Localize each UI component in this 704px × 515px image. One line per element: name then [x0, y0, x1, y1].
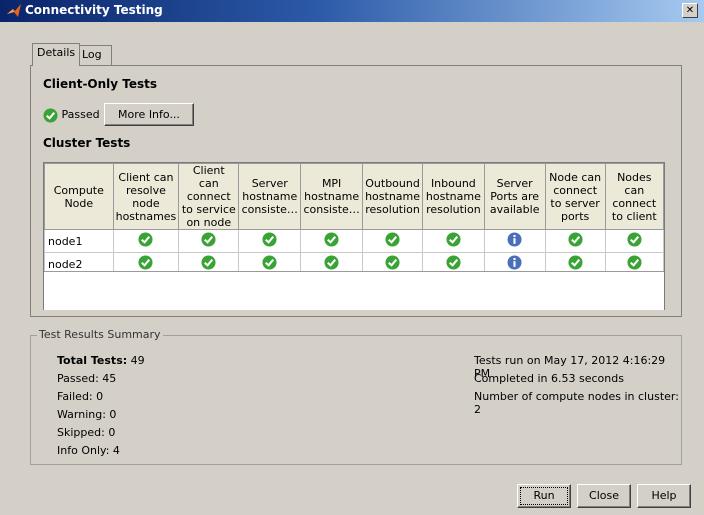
column-header[interactable]: Node can connect to server ports	[544, 163, 606, 230]
client-only-heading: Client-Only Tests	[43, 77, 158, 91]
pass-icon	[544, 229, 606, 253]
pass-icon	[422, 229, 485, 253]
skipped-count: Skipped: 0	[57, 426, 116, 439]
compute-node-cell: node1	[44, 229, 114, 253]
pass-icon	[238, 229, 302, 253]
pass-icon	[43, 107, 58, 123]
client-only-status: Passed	[43, 105, 100, 125]
column-header[interactable]: Outbound hostname resolution	[362, 163, 424, 230]
column-header[interactable]: Inbound hostname resolution	[422, 163, 485, 230]
column-header[interactable]: Client can resolve node hostnames	[112, 163, 180, 230]
failed-count: Failed: 0	[57, 390, 104, 403]
pass-icon	[604, 229, 665, 253]
pass-icon	[178, 229, 240, 253]
table-empty-area	[44, 271, 664, 310]
more-info-button[interactable]: More Info...	[104, 103, 194, 126]
info-only-count: Info Only: 4	[57, 444, 120, 457]
summary-legend: Test Results Summary	[37, 328, 163, 341]
warning-count: Warning: 0	[57, 408, 117, 421]
run-button[interactable]: Run	[517, 484, 571, 508]
window-title: Connectivity Testing	[25, 3, 163, 17]
close-button[interactable]: Close	[577, 484, 631, 508]
completed-in: Completed in 6.53 seconds	[474, 372, 624, 385]
compute-node-count: Number of compute nodes in cluster: 2	[474, 390, 679, 416]
matlab-logo-icon	[7, 4, 21, 17]
pass-icon	[362, 229, 424, 253]
column-header[interactable]: Compute Node	[44, 163, 114, 230]
cluster-tests-table: Compute Node Client can resolve node hos…	[43, 162, 665, 310]
title-bar: Connectivity Testing ✕	[0, 0, 704, 22]
tab-details[interactable]: Details	[32, 43, 80, 66]
info-icon	[483, 229, 546, 253]
client-only-status-label: Passed	[61, 108, 100, 121]
table-header-row: Compute Node Client can resolve node hos…	[44, 163, 665, 230]
details-panel: Client-Only Tests Passed More Info... Cl…	[30, 65, 682, 317]
total-tests: Total Tests: 49	[57, 354, 145, 367]
pass-icon	[112, 229, 180, 253]
total-tests-label: Total Tests:	[57, 354, 128, 367]
column-header[interactable]: MPI hostname consiste…	[300, 163, 364, 230]
tab-log[interactable]: Log	[77, 45, 112, 65]
pass-icon	[300, 229, 364, 253]
total-tests-value: 49	[130, 354, 145, 367]
passed-count: Passed: 45	[57, 372, 117, 385]
column-header[interactable]: Server Ports are available	[483, 163, 546, 230]
column-header[interactable]: Nodes can connect to client	[604, 163, 665, 230]
cluster-tests-heading: Cluster Tests	[43, 136, 131, 150]
help-button[interactable]: Help	[637, 484, 691, 508]
close-window-button[interactable]: ✕	[682, 3, 698, 18]
table-row[interactable]: node1	[44, 229, 665, 253]
test-results-summary: Test Results Summary Total Tests: 49 Pas…	[30, 328, 682, 465]
column-header[interactable]: Server hostname consiste…	[238, 163, 302, 230]
column-header[interactable]: Client can connect to service on node	[178, 163, 240, 230]
